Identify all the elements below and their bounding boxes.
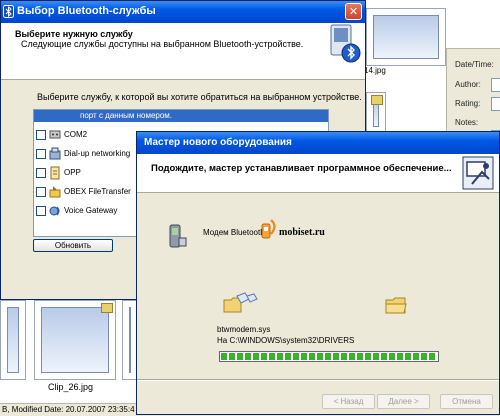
- progress-fill: [221, 353, 437, 360]
- close-button[interactable]: ✕: [345, 3, 362, 20]
- thumbnail[interactable]: [366, 92, 386, 134]
- status-text: B, Modified Date: 20.07.2007 23:35:4: [2, 405, 135, 414]
- watermark-logo-icon: [259, 218, 279, 248]
- thumbnail-image: [41, 307, 109, 373]
- thumbnail[interactable]: [0, 300, 26, 380]
- object-push-icon: [49, 166, 61, 180]
- copying-file-name: btwmodem.sys: [217, 325, 271, 334]
- bluetooth-device-icon: [325, 23, 361, 65]
- bluetooth-app-icon: [3, 5, 14, 18]
- watermark-text: mobiset.ru: [279, 227, 325, 238]
- clip-filename: Clip_26.jpg: [48, 382, 94, 392]
- source-folder-icon: [223, 292, 263, 314]
- thumbnail[interactable]: [366, 8, 446, 66]
- selected-row-text: порт с данным номером.: [80, 111, 173, 120]
- service-checkbox[interactable]: [36, 206, 46, 216]
- destination-path: На C:\WINDOWS\system32\DRIVERS: [217, 336, 355, 345]
- back-button[interactable]: < Назад: [322, 394, 375, 409]
- service-checkbox[interactable]: [36, 168, 46, 178]
- device-name: Модем Bluetooth: [203, 228, 265, 237]
- button-separator: [137, 379, 499, 381]
- install-progress-bar: [219, 351, 439, 362]
- service-checkbox[interactable]: [36, 187, 46, 197]
- modem-device-icon: [167, 224, 187, 250]
- dialog-heading: Выберите нужную службу: [15, 29, 133, 39]
- hardware-wizard-icon: [462, 156, 494, 190]
- author-label: Author:: [455, 80, 481, 89]
- cancel-button[interactable]: Отмена: [440, 394, 493, 409]
- dialog-subheading: Следующие службы доступны на выбранном B…: [21, 39, 304, 49]
- date-time-label: Date/Time:: [455, 60, 494, 69]
- thumbnail-filename: 14.jpg: [364, 66, 386, 75]
- service-prompt: Выберите службу, к которой вы хотите обр…: [37, 92, 362, 102]
- thumbnail-selected[interactable]: [34, 300, 116, 380]
- service-label: COM2: [64, 130, 88, 139]
- service-checkbox[interactable]: [36, 130, 46, 140]
- thumbnail-image: [373, 15, 439, 59]
- dialog-title: Мастер нового оборудования: [144, 137, 292, 148]
- hardware-wizard-dialog: Мастер нового оборудования Подождите, ма…: [136, 131, 500, 415]
- author-field[interactable]: [491, 78, 500, 92]
- jpg-badge-icon: [371, 95, 383, 105]
- wizard-heading: Подождите, мастер устанавливает программ…: [151, 163, 452, 174]
- service-label: OPP: [64, 168, 81, 177]
- notes-label: Notes:: [455, 118, 479, 127]
- service-label: Dial-up networking: [64, 149, 131, 158]
- service-checkbox[interactable]: [36, 149, 46, 159]
- wizard-header: Подождите, мастер устанавливает программ…: [137, 154, 499, 193]
- preview-area: [446, 0, 500, 49]
- dialog-title: Выбор Bluetooth-службы: [17, 5, 156, 17]
- jpg-badge-icon: [101, 303, 113, 313]
- dialog-header: Выберите нужную службу Следующие службы …: [1, 23, 365, 80]
- thumbnail-image: [129, 307, 131, 373]
- service-label: Voice Gateway: [64, 206, 118, 215]
- service-label: OBEX FileTransfer: [64, 187, 131, 196]
- destination-folder-icon: [385, 296, 407, 314]
- rating-field[interactable]: [491, 97, 500, 111]
- voice-gateway-icon: [49, 204, 61, 218]
- title-bar[interactable]: Мастер нового оборудования: [137, 132, 499, 154]
- next-button[interactable]: Далее >: [377, 394, 430, 409]
- rating-label: Rating:: [455, 99, 481, 108]
- file-transfer-icon: [49, 185, 61, 199]
- serial-port-icon: [49, 128, 61, 142]
- dialup-icon: [49, 147, 61, 161]
- selected-row[interactable]: порт с данным номером.: [34, 110, 328, 122]
- thumbnail-image: [7, 307, 19, 373]
- refresh-button[interactable]: Обновить: [33, 239, 113, 252]
- title-bar[interactable]: Выбор Bluetooth-службы ✕: [1, 1, 365, 23]
